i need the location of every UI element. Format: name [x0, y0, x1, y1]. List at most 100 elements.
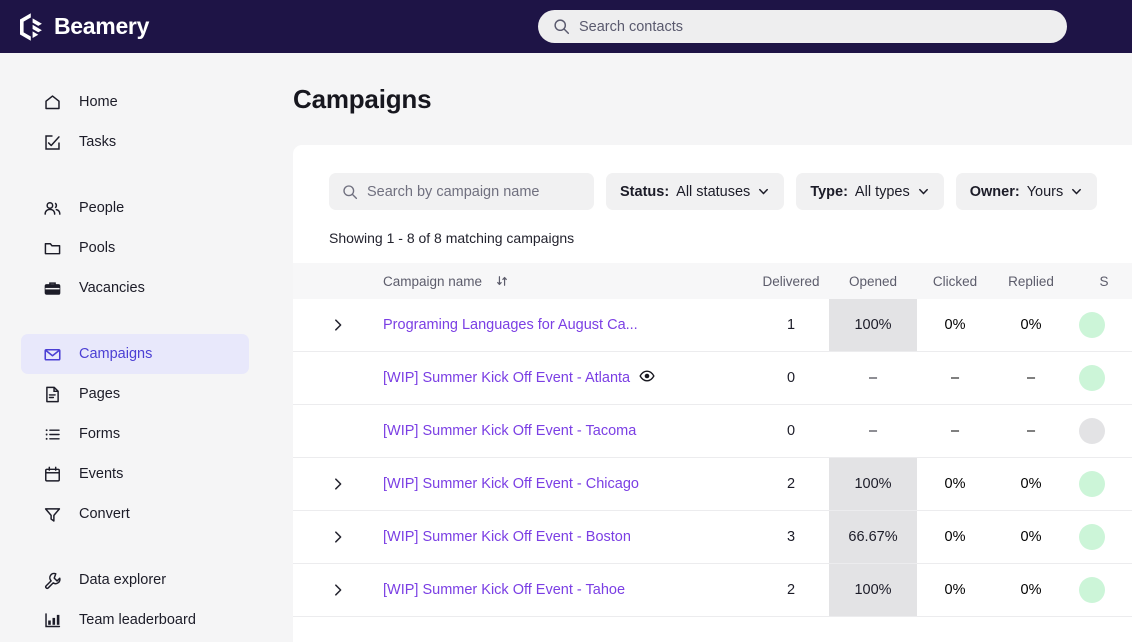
sidebar-divider-3 — [0, 534, 270, 560]
campaign-name-link[interactable]: [WIP] Summer Kick Off Event - Boston — [383, 529, 631, 545]
sidebar-item-convert[interactable]: Convert — [21, 494, 249, 534]
cell-status — [1069, 577, 1129, 603]
status-filter-value: All statuses — [676, 183, 751, 200]
sidebar-item-label: Campaigns — [79, 346, 153, 362]
sidebar-item-label: People — [79, 200, 125, 216]
cell-delivered: 3 — [786, 529, 796, 545]
table-row[interactable]: [WIP] Summer Kick Off Event - Boston 3 66.… — [293, 511, 1132, 564]
cell-campaign-name: [WIP] Summer Kick Off Event - Tahoe — [383, 582, 753, 598]
global-search-input[interactable]: Search contacts — [538, 10, 1067, 43]
campaign-name-link[interactable]: [WIP] Summer Kick Off Event - Atlanta — [383, 370, 630, 386]
global-search-placeholder: Search contacts — [579, 18, 683, 35]
chevron-down-icon — [918, 188, 928, 195]
folder-icon — [44, 242, 61, 254]
sidebar-item-vacancies[interactable]: Vacancies — [21, 268, 249, 308]
eye-icon — [639, 370, 655, 382]
campaigns-panel: Search by campaign name Status: All stat… — [293, 145, 1132, 642]
brand-logo[interactable]: Beamery — [17, 12, 149, 42]
sidebar-item-pools[interactable]: Pools — [21, 228, 249, 268]
expand-row-button[interactable] — [293, 530, 383, 544]
status-badge — [1079, 365, 1105, 391]
campaign-search-input[interactable]: Search by campaign name — [329, 173, 594, 210]
home-icon — [45, 94, 60, 109]
sidebar: Home Tasks People Pools Vacancies Campai… — [0, 53, 270, 642]
column-header-delivered[interactable]: Delivered — [753, 274, 829, 289]
cell-opened: 100% — [829, 458, 917, 510]
type-filter-dropdown[interactable]: Type: All types — [796, 173, 944, 210]
cell-replied: – — [1026, 423, 1036, 439]
cell-clicked: – — [950, 423, 960, 439]
cell-clicked: 0% — [944, 317, 966, 333]
document-icon — [46, 386, 59, 402]
cell-status — [1069, 418, 1129, 444]
cell-clicked: – — [950, 370, 960, 386]
page-title: Campaigns — [293, 84, 432, 114]
filter-bar: Search by campaign name Status: All stat… — [293, 145, 1132, 210]
cell-opened: 100% — [829, 564, 917, 616]
briefcase-icon — [44, 281, 61, 295]
column-header-clicked[interactable]: Clicked — [917, 274, 993, 289]
column-header-opened[interactable]: Opened — [829, 263, 917, 299]
chevron-right-icon — [335, 478, 342, 490]
sidebar-divider-2 — [0, 308, 270, 334]
expand-row-button[interactable] — [293, 583, 383, 597]
table-row[interactable]: [WIP] Summer Kick Off Event - Tahoe 2 100%… — [293, 564, 1132, 617]
search-icon — [343, 184, 358, 199]
campaign-name-link[interactable]: Programing Languages for August Ca... — [383, 317, 638, 333]
sidebar-item-label: Convert — [79, 506, 130, 522]
table-row[interactable]: Programing Languages for August Ca... 1 10… — [293, 299, 1132, 352]
campaign-search-placeholder: Search by campaign name — [367, 183, 540, 200]
table-row[interactable]: [WIP] Summer Kick Off Event - Atlanta 0 – –… — [293, 352, 1132, 405]
sidebar-item-label: Data explorer — [79, 572, 167, 588]
cell-replied: 0% — [1020, 317, 1042, 333]
cell-delivered: 0 — [786, 370, 796, 386]
cell-clicked: 0% — [944, 476, 966, 492]
sidebar-item-label: Vacancies — [79, 280, 145, 296]
funnel-icon — [44, 507, 61, 522]
sidebar-item-tasks[interactable]: Tasks — [21, 122, 249, 162]
cell-delivered: 2 — [786, 476, 796, 492]
status-badge — [1079, 524, 1105, 550]
preview-campaign-button[interactable] — [639, 368, 655, 388]
main-content: Campaigns Search by campaign name Status… — [270, 53, 1132, 642]
owner-filter-dropdown[interactable]: Owner: Yours — [955, 173, 1098, 210]
cell-status — [1069, 365, 1129, 391]
table-row[interactable]: [WIP] Summer Kick Off Event - Chicago 2 10… — [293, 458, 1132, 511]
expand-row-button[interactable] — [293, 477, 383, 491]
bar-chart-icon — [45, 612, 61, 627]
sidebar-item-campaigns[interactable]: Campaigns — [21, 334, 249, 374]
campaign-name-link[interactable]: [WIP] Summer Kick Off Event - Chicago — [383, 476, 639, 492]
column-header-status[interactable]: S — [1069, 274, 1129, 289]
envelope-icon — [44, 348, 61, 361]
table-header-row: Campaign name Delivered Opened Clicked R… — [293, 263, 1132, 299]
status-filter-dropdown[interactable]: Status: All statuses — [606, 173, 785, 210]
chevron-down-icon — [759, 188, 769, 195]
cell-clicked: 0% — [944, 582, 966, 598]
cell-delivered: 2 — [786, 582, 796, 598]
sidebar-item-forms[interactable]: Forms — [21, 414, 249, 454]
table-row[interactable]: [WIP] Summer Kick Off Event - Tacoma 0 – – – — [293, 405, 1132, 458]
campaign-name-link[interactable]: [WIP] Summer Kick Off Event - Tahoe — [383, 582, 625, 598]
campaign-name-link[interactable]: [WIP] Summer Kick Off Event - Tacoma — [383, 423, 636, 439]
cell-opened: – — [868, 370, 878, 386]
cell-campaign-name: [WIP] Summer Kick Off Event - Tacoma — [383, 423, 753, 439]
status-badge — [1079, 577, 1105, 603]
sidebar-item-data-explorer[interactable]: Data explorer — [21, 560, 249, 600]
sidebar-item-label: Home — [79, 94, 118, 110]
status-badge — [1079, 312, 1105, 338]
sidebar-item-people[interactable]: People — [21, 188, 249, 228]
beamery-hex-logo — [20, 12, 42, 41]
sidebar-item-events[interactable]: Events — [21, 454, 249, 494]
status-badge — [1079, 418, 1105, 444]
brand-name: Beamery — [54, 13, 150, 39]
sidebar-item-pages[interactable]: Pages — [21, 374, 249, 414]
table-body: Programing Languages for August Ca... 1 10… — [293, 299, 1132, 617]
sidebar-item-team-leaderboard[interactable]: Team leaderboard — [21, 600, 249, 640]
sidebar-item-label: Events — [79, 466, 124, 482]
column-header-campaign-name[interactable]: Campaign name — [383, 274, 753, 289]
expand-row-button[interactable] — [293, 318, 383, 332]
cell-opened: 66.67% — [829, 511, 917, 563]
status-badge — [1079, 471, 1105, 497]
column-header-replied[interactable]: Replied — [993, 274, 1069, 289]
sidebar-item-home[interactable]: Home — [21, 82, 249, 122]
